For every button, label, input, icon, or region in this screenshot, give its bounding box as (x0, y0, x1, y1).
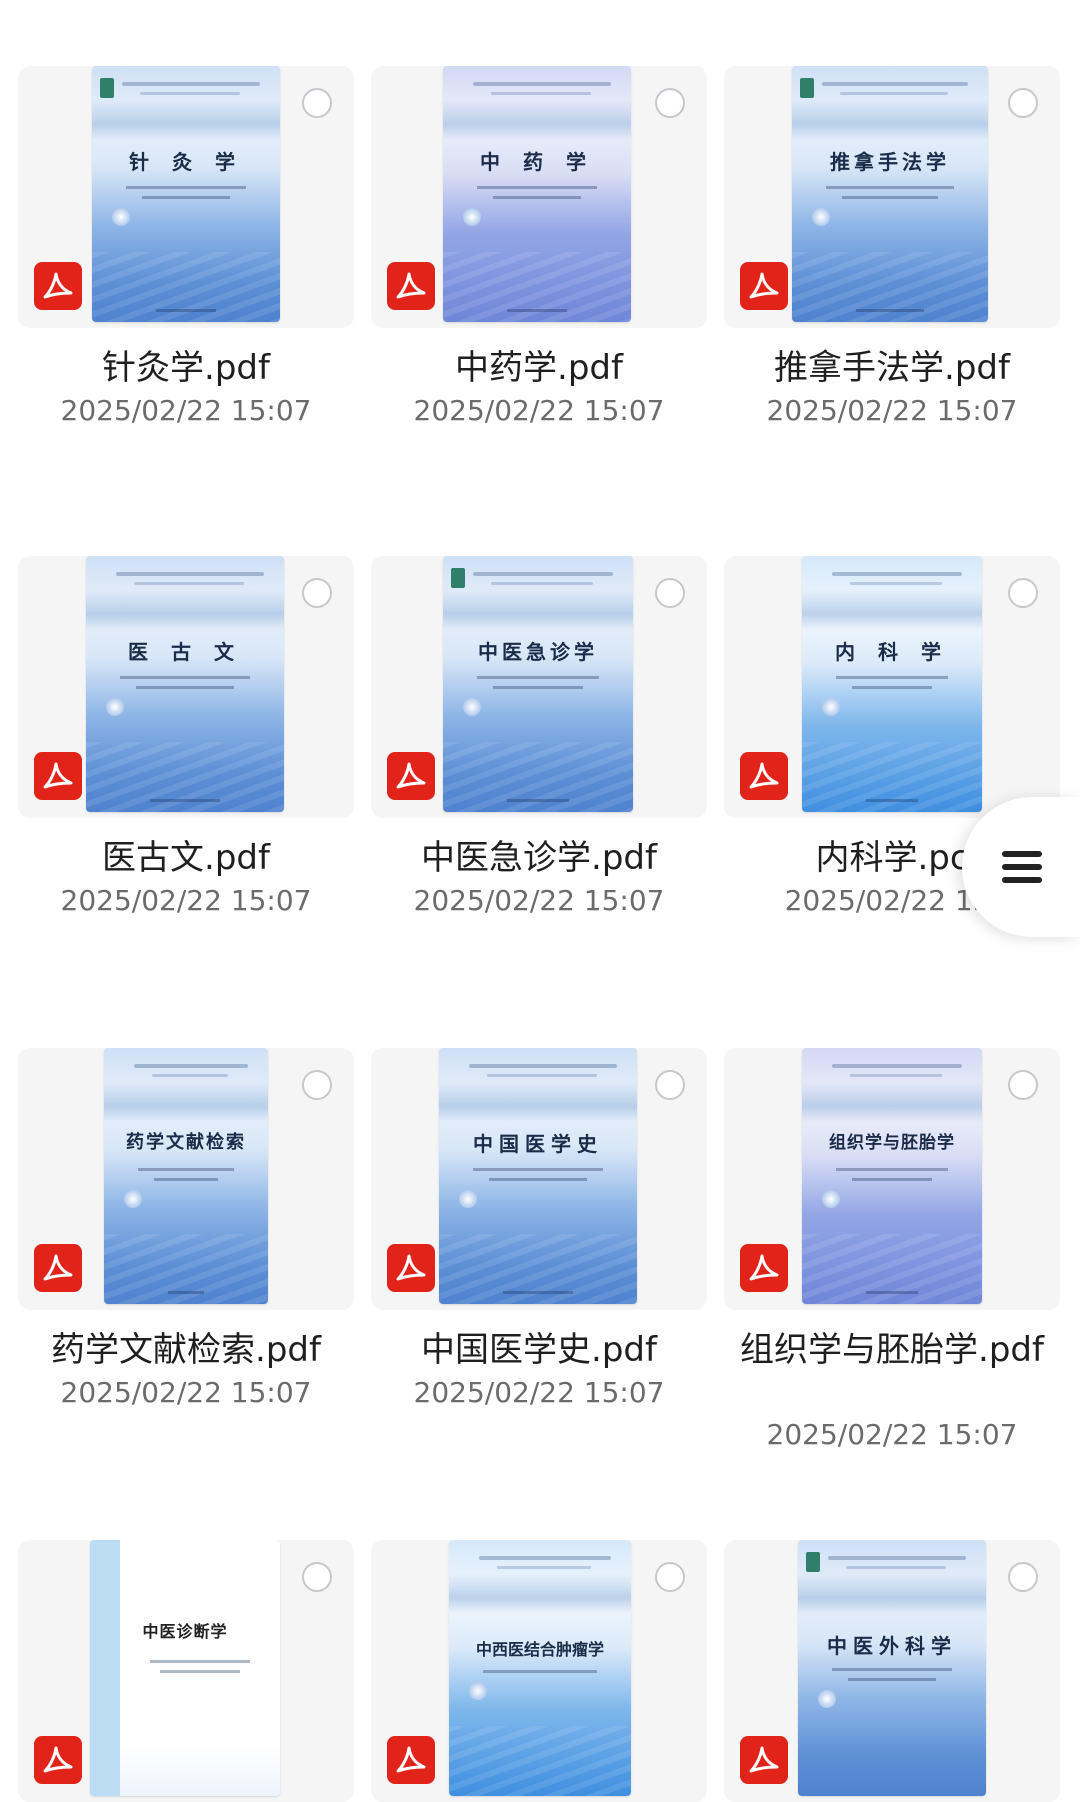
file-thumbnail[interactable]: 推拿手法学 (724, 66, 1060, 328)
file-name: 组织学与胚胎学.pdf (740, 1330, 1044, 1370)
file-date: 2025/02/22 15:07 (413, 884, 665, 917)
select-checkbox[interactable] (1008, 1562, 1038, 1592)
cover-title: 中医急诊学 (478, 640, 598, 664)
select-checkbox[interactable] (1008, 1070, 1038, 1100)
file-name: 中国医学史.pdf (421, 1330, 657, 1370)
file-name: 推拿手法学.pdf (774, 348, 1010, 388)
pdf-icon (387, 1244, 435, 1292)
file-item[interactable]: 中西医结合肿瘤学 (371, 1540, 725, 1802)
cover-title: 中国医学史 (473, 1132, 603, 1156)
pdf-icon (34, 1244, 82, 1292)
file-name: 针灸学.pdf (102, 348, 270, 388)
pdf-icon (34, 1736, 82, 1784)
hamburger-menu-icon (1002, 844, 1042, 890)
file-item[interactable]: 中国医学史 中国医学史.pdf 2025/02/22 15:07 (371, 1048, 725, 1468)
file-date: 2025/02/22 15:07 (413, 394, 665, 427)
file-date: 2025/02/22 15:07 (60, 394, 312, 427)
cover-title: 医 古 文 (128, 640, 242, 664)
file-thumbnail[interactable]: 医 古 文 (18, 556, 354, 818)
file-date: 2025/02/22 15:07 (60, 884, 312, 917)
file-item[interactable]: 中医诊断学 (18, 1540, 372, 1802)
cover-title: 内 科 学 (835, 640, 949, 664)
cover-title: 组织学与胚胎学 (829, 1133, 955, 1153)
book-cover: 中 药 学 (443, 66, 631, 322)
select-checkbox[interactable] (655, 88, 685, 118)
file-name: 中药学.pdf (455, 348, 623, 388)
pdf-icon (34, 752, 82, 800)
file-name: 医古文.pdf (102, 838, 270, 878)
file-date: 2025/02/22 15:07 (413, 1376, 665, 1409)
book-cover: 中医外科学 (798, 1540, 986, 1796)
select-checkbox[interactable] (302, 1562, 332, 1592)
select-checkbox[interactable] (655, 578, 685, 608)
select-checkbox[interactable] (302, 88, 332, 118)
file-thumbnail[interactable]: 药学文献检索 (18, 1048, 354, 1310)
file-name: 中医急诊学.pdf (421, 838, 657, 878)
file-thumbnail[interactable]: 针 灸 学 (18, 66, 354, 328)
pdf-icon (387, 262, 435, 310)
file-thumbnail[interactable]: 中 药 学 (371, 66, 707, 328)
book-cover: 中医急诊学 (443, 556, 633, 812)
book-cover: 中西医结合肿瘤学 (449, 1540, 631, 1796)
pdf-icon (740, 1244, 788, 1292)
file-date: 2025/02/22 15:07 (766, 394, 1018, 427)
select-checkbox[interactable] (302, 578, 332, 608)
cover-title: 针 灸 学 (129, 150, 243, 174)
file-item[interactable]: 中医急诊学 中医急诊学.pdf 2025/02/22 15:07 (371, 556, 725, 956)
book-cover: 针 灸 学 (92, 66, 280, 322)
file-item[interactable]: 药学文献检索 药学文献检索.pdf 2025/02/22 15:07 (18, 1048, 372, 1468)
select-checkbox[interactable] (1008, 578, 1038, 608)
select-checkbox[interactable] (302, 1070, 332, 1100)
book-cover: 中医诊断学 (90, 1540, 280, 1796)
file-grid: 针 灸 学 针灸学.pdf 2025/02/22 15:07 中 药 学 中药学… (0, 0, 1080, 1802)
file-name: 药学文献检索.pdf (51, 1330, 321, 1370)
file-thumbnail[interactable]: 中医外科学 (724, 1540, 1060, 1802)
pdf-icon (387, 752, 435, 800)
pdf-icon (34, 262, 82, 310)
select-checkbox[interactable] (655, 1562, 685, 1592)
book-cover: 内 科 学 (802, 556, 982, 812)
select-checkbox[interactable] (1008, 88, 1038, 118)
select-checkbox[interactable] (655, 1070, 685, 1100)
book-cover: 组织学与胚胎学 (802, 1048, 982, 1304)
file-date: 2025/02/22 15:07 (766, 1418, 1018, 1451)
book-cover: 中国医学史 (439, 1048, 637, 1304)
pdf-icon (740, 262, 788, 310)
book-cover: 医 古 文 (86, 556, 284, 812)
cover-title: 推拿手法学 (830, 150, 950, 174)
file-thumbnail[interactable]: 中国医学史 (371, 1048, 707, 1310)
pdf-icon (387, 1736, 435, 1784)
pdf-icon (740, 1736, 788, 1784)
file-item[interactable]: 中医外科学 (724, 1540, 1078, 1802)
file-item[interactable]: 中 药 学 中药学.pdf 2025/02/22 15:07 (371, 66, 725, 466)
cover-title: 中西医结合肿瘤学 (475, 1640, 604, 1659)
file-thumbnail[interactable]: 组织学与胚胎学 (724, 1048, 1060, 1310)
pdf-icon (740, 752, 788, 800)
cover-title: 中医诊断学 (142, 1622, 228, 1641)
cover-title: 药学文献检索 (126, 1132, 246, 1153)
file-thumbnail[interactable]: 内 科 学 (724, 556, 1060, 818)
file-date: 2025/02/22 15:07 (60, 1376, 312, 1409)
file-item[interactable]: 组织学与胚胎学 组织学与胚胎学.pdf 2025/02/22 15:07 (724, 1048, 1078, 1468)
cover-title: 中医外科学 (827, 1634, 957, 1658)
cover-title: 中 药 学 (480, 150, 594, 174)
file-thumbnail[interactable]: 中西医结合肿瘤学 (371, 1540, 707, 1802)
book-cover: 药学文献检索 (104, 1048, 268, 1304)
book-cover: 推拿手法学 (792, 66, 988, 322)
file-thumbnail[interactable]: 中医急诊学 (371, 556, 707, 818)
file-item[interactable]: 医 古 文 医古文.pdf 2025/02/22 15:07 (18, 556, 372, 956)
file-item[interactable]: 推拿手法学 推拿手法学.pdf 2025/02/22 15:07 (724, 66, 1078, 466)
file-thumbnail[interactable]: 中医诊断学 (18, 1540, 354, 1802)
file-item[interactable]: 针 灸 学 针灸学.pdf 2025/02/22 15:07 (18, 66, 372, 466)
